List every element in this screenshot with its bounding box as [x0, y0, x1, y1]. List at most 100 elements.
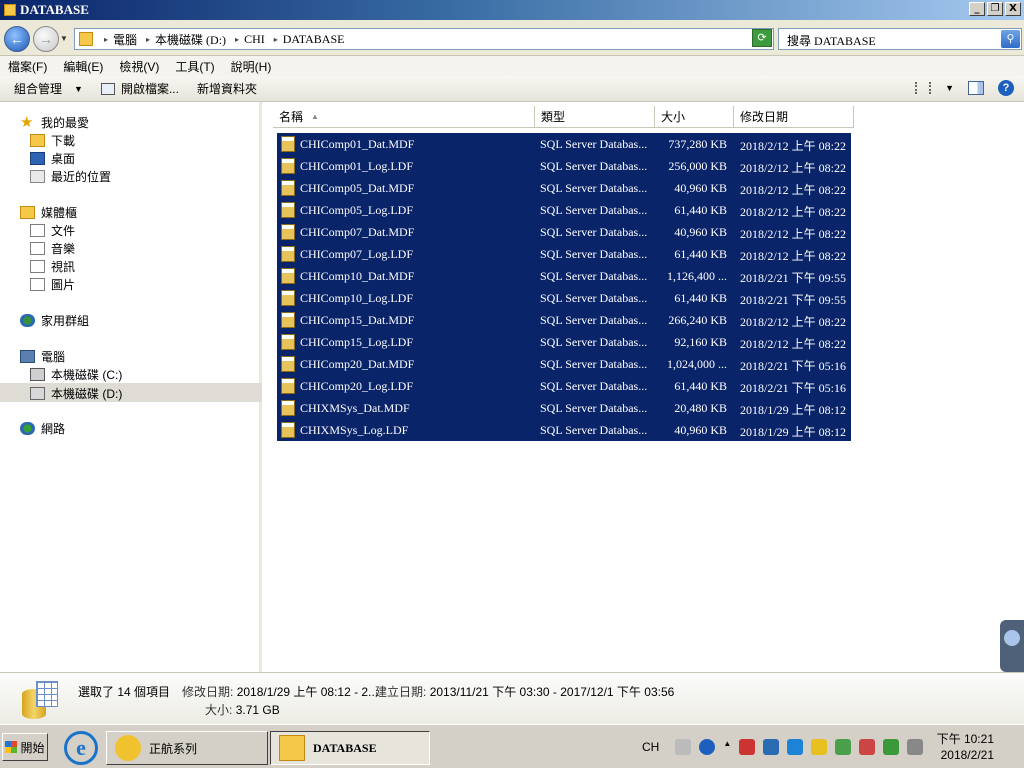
- open-file-button[interactable]: 開啟檔案...: [100, 80, 179, 97]
- file-row[interactable]: CHIComp01_Dat.MDF SQL Server Databas... 73…: [277, 133, 851, 155]
- menu-tools[interactable]: 工具(T): [175, 58, 214, 75]
- breadcrumb-drive-d[interactable]: 本機磁碟 (D:): [155, 31, 226, 48]
- volume-icon[interactable]: [739, 739, 756, 755]
- security-icon[interactable]: [835, 739, 852, 755]
- file-row[interactable]: CHIComp15_Log.LDF SQL Server Databas... 92…: [277, 331, 851, 353]
- sql-database-file-icon: [281, 202, 295, 218]
- file-size: 61,440 KB: [674, 247, 727, 261]
- file-name: CHIXMSys_Dat.MDF: [300, 401, 410, 415]
- nav-music[interactable]: 音樂: [30, 240, 75, 257]
- file-row[interactable]: CHIComp05_Dat.MDF SQL Server Databas... 40…: [277, 177, 851, 199]
- nav-videos[interactable]: 視訊: [30, 258, 75, 275]
- nav-documents[interactable]: 文件: [30, 222, 75, 239]
- restore-button[interactable]: ❐: [987, 2, 1003, 16]
- file-row[interactable]: CHIComp20_Log.LDF SQL Server Databas... 61…: [277, 375, 851, 397]
- refresh-icon[interactable]: ⟳: [752, 29, 772, 47]
- file-row[interactable]: CHIComp10_Log.LDF SQL Server Databas... 61…: [277, 287, 851, 309]
- breadcrumb-chi[interactable]: CHI: [244, 32, 265, 47]
- warning-icon[interactable]: [811, 739, 828, 755]
- back-button[interactable]: ←: [4, 26, 30, 52]
- column-header-type[interactable]: 類型: [535, 106, 655, 128]
- column-header-name[interactable]: 名稱 ▲: [273, 106, 535, 128]
- nav-desktop[interactable]: 桌面: [30, 150, 75, 167]
- organize-button[interactable]: 組合管理 ▼: [14, 80, 83, 97]
- recent-pages-dropdown[interactable]: ▼: [60, 34, 68, 43]
- file-row[interactable]: CHIXMSys_Dat.MDF SQL Server Databas... 20,…: [277, 397, 851, 419]
- file-type: SQL Server Databas...: [540, 379, 648, 393]
- internet-explorer-icon[interactable]: e: [64, 731, 98, 765]
- clock[interactable]: 下午 10:21 2018/2/21: [937, 731, 994, 763]
- breadcrumb-separator-icon[interactable]: ▸: [274, 35, 278, 44]
- file-list-pane[interactable]: 名稱 ▲ 類型 大小 修改日期 CHIComp01_Dat.MDF SQL Serv…: [265, 102, 1024, 672]
- sql-database-file-icon: [281, 158, 295, 174]
- view-options-icon[interactable]: [915, 82, 932, 94]
- search-input[interactable]: 搜尋 DATABASE ⚲: [778, 28, 1022, 50]
- taskbar-app-zhenghang[interactable]: 正航系列: [106, 731, 268, 765]
- chevron-down-icon[interactable]: ▼: [945, 83, 954, 93]
- teamviewer-tray-icon[interactable]: [787, 739, 804, 755]
- breadcrumb-separator-icon[interactable]: ▸: [146, 35, 150, 44]
- nav-downloads[interactable]: 下載: [30, 132, 75, 149]
- keyboard-icon[interactable]: [675, 739, 692, 755]
- menu-edit[interactable]: 編輯(E): [63, 58, 103, 75]
- file-row[interactable]: CHIComp20_Dat.MDF SQL Server Databas... 1,…: [277, 353, 851, 375]
- help-icon[interactable]: ?: [998, 80, 1014, 96]
- taskbar-app-database[interactable]: DATABASE: [270, 731, 430, 765]
- file-row[interactable]: CHIComp05_Log.LDF SQL Server Databas... 61…: [277, 199, 851, 221]
- nav-pictures[interactable]: 圖片: [30, 276, 75, 293]
- nav-recent[interactable]: 最近的位置: [30, 168, 111, 185]
- new-folder-button[interactable]: 新增資料夾: [197, 80, 257, 97]
- file-row[interactable]: CHIComp01_Log.LDF SQL Server Databas... 25…: [277, 155, 851, 177]
- nav-libraries[interactable]: 媒體櫃: [20, 204, 77, 221]
- menu-file[interactable]: 檔案(F): [8, 58, 47, 75]
- chevron-up-icon[interactable]: ▲: [723, 739, 731, 755]
- start-button[interactable]: 開始: [2, 733, 48, 761]
- modified-value: 2018/1/29 上午 08:12 - 2...: [236, 685, 379, 699]
- file-name: CHIComp07_Log.LDF: [300, 247, 414, 261]
- nav-label: 電腦: [41, 350, 66, 364]
- column-header-modified[interactable]: 修改日期: [734, 106, 854, 128]
- file-modified: 2018/2/12 上午 08:22: [740, 227, 847, 241]
- column-header-size[interactable]: 大小: [655, 106, 734, 128]
- title-bar[interactable]: DATABASE _ ❐ X: [0, 0, 1024, 20]
- file-row[interactable]: CHIComp10_Dat.MDF SQL Server Databas... 1,…: [277, 265, 851, 287]
- nav-computer[interactable]: 電腦: [20, 348, 65, 365]
- file-name: CHIComp15_Log.LDF: [300, 335, 414, 349]
- nav-favorites[interactable]: ★ 我的最愛: [20, 114, 89, 131]
- music-icon: [30, 242, 45, 255]
- menu-view[interactable]: 檢視(V): [119, 58, 159, 75]
- help-icon[interactable]: [699, 739, 716, 755]
- menu-help[interactable]: 說明(H): [231, 58, 272, 75]
- preview-pane-icon[interactable]: [968, 81, 984, 95]
- breadcrumb-computer[interactable]: 電腦: [113, 31, 137, 48]
- language-indicator[interactable]: CH: [642, 740, 659, 754]
- nav-homegroup[interactable]: 家用群組: [20, 312, 89, 329]
- file-row[interactable]: CHIComp07_Log.LDF SQL Server Databas... 61…: [277, 243, 851, 265]
- window-icon: [100, 82, 115, 95]
- breadcrumb-database[interactable]: DATABASE: [283, 32, 345, 47]
- nav-drive-c[interactable]: 本機磁碟 (C:): [30, 366, 122, 383]
- teamviewer-tab[interactable]: [1000, 620, 1024, 672]
- nav-drive-d[interactable]: 本機磁碟 (D:): [30, 385, 122, 402]
- nav-label: 圖片: [51, 278, 76, 292]
- display-icon[interactable]: [907, 739, 924, 755]
- file-name: CHIComp01_Log.LDF: [300, 159, 414, 173]
- forward-button[interactable]: →: [33, 26, 59, 52]
- breadcrumb-separator-icon[interactable]: ▸: [104, 35, 108, 44]
- file-type: SQL Server Databas...: [540, 291, 648, 305]
- file-row[interactable]: CHIComp07_Dat.MDF SQL Server Databas... 40…: [277, 221, 851, 243]
- network-tray-icon[interactable]: [763, 739, 780, 755]
- check-icon[interactable]: [883, 739, 900, 755]
- file-name: CHIComp15_Dat.MDF: [300, 313, 415, 327]
- minimize-button[interactable]: _: [969, 2, 985, 16]
- nav-network[interactable]: 網路: [20, 420, 65, 437]
- search-icon[interactable]: ⚲: [1001, 30, 1020, 48]
- close-button[interactable]: X: [1005, 2, 1021, 16]
- file-row[interactable]: CHIXMSys_Log.LDF SQL Server Databas... 40,…: [277, 419, 851, 441]
- file-name: CHIComp01_Dat.MDF: [300, 137, 415, 151]
- file-row[interactable]: CHIComp15_Dat.MDF SQL Server Databas... 26…: [277, 309, 851, 331]
- mute-icon[interactable]: [859, 739, 876, 755]
- address-bar[interactable]: ▸ 電腦 ▸ 本機磁碟 (D:) ▸ CHI ▸ DATABASE ▼: [74, 28, 774, 50]
- breadcrumb-separator-icon[interactable]: ▸: [235, 35, 239, 44]
- navigation-pane: ★ 我的最愛 下載 桌面 最近的位置 媒體櫃 文件 音樂 視訊 圖片 家用群組 電…: [0, 102, 262, 672]
